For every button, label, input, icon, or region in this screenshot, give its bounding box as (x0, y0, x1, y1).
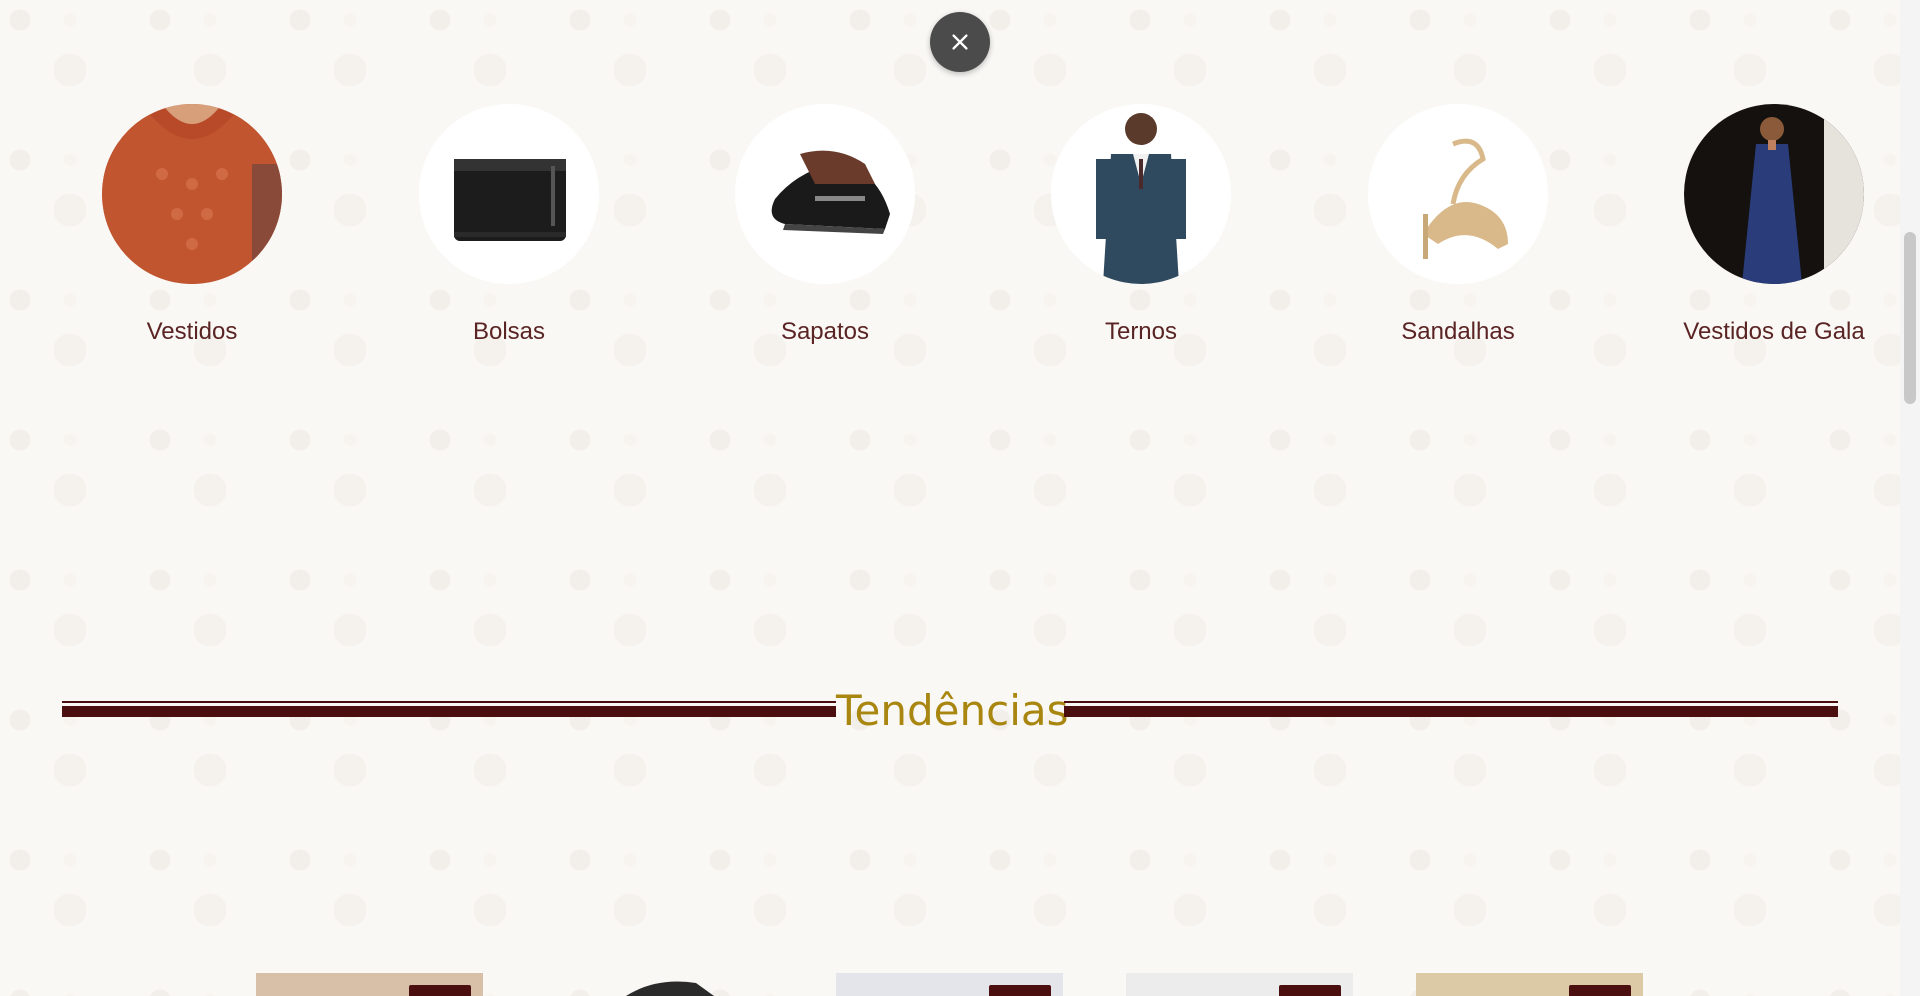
scrollbar[interactable] (1900, 0, 1920, 996)
product-card[interactable] (1416, 973, 1643, 996)
category-vestidos[interactable]: Vestidos (67, 104, 317, 346)
category-label: Ternos (1104, 318, 1178, 345)
close-icon (952, 34, 968, 50)
sandal-icon (1368, 104, 1548, 284)
category-list: Vestidos Bolsas Sapatos Ternos Sandalhas… (0, 104, 1900, 354)
category-label: Vestidos de Gala (1683, 318, 1865, 345)
category-label: Bolsas (472, 318, 546, 345)
close-button[interactable] (930, 12, 990, 72)
product-card[interactable] (1126, 973, 1353, 996)
bag-icon (419, 104, 599, 284)
scrollbar-thumb[interactable] (1904, 232, 1916, 404)
product-card[interactable] (836, 973, 1063, 996)
product-tag (1279, 985, 1341, 996)
product-card[interactable] (546, 973, 773, 996)
section-title: Tendências (836, 686, 1069, 735)
shoe-icon (626, 981, 714, 996)
category-label: Vestidos (146, 318, 238, 345)
category-label: Sapatos (780, 318, 870, 345)
divider (62, 701, 836, 717)
category-label: Sandalhas (1401, 318, 1515, 345)
divider (1064, 701, 1838, 717)
product-list (0, 973, 1900, 996)
category-sandalhas[interactable]: Sandalhas (1333, 104, 1583, 346)
shoe-icon (735, 104, 915, 284)
gown-icon (1684, 104, 1864, 284)
suit-icon (1051, 104, 1231, 284)
category-ternos[interactable]: Ternos (1016, 104, 1266, 346)
product-tag (989, 985, 1051, 996)
category-sapatos[interactable]: Sapatos (700, 104, 950, 346)
section-header: Tendências (62, 686, 1838, 735)
dress-icon (102, 104, 282, 284)
product-tag (1569, 985, 1631, 996)
category-vestidos-de-gala[interactable]: Vestidos de Gala (1649, 104, 1899, 346)
category-bolsas[interactable]: Bolsas (384, 104, 634, 346)
product-tag (409, 985, 471, 996)
page: Vestidos Bolsas Sapatos Ternos Sandalhas… (0, 0, 1900, 996)
product-card[interactable] (256, 973, 483, 996)
